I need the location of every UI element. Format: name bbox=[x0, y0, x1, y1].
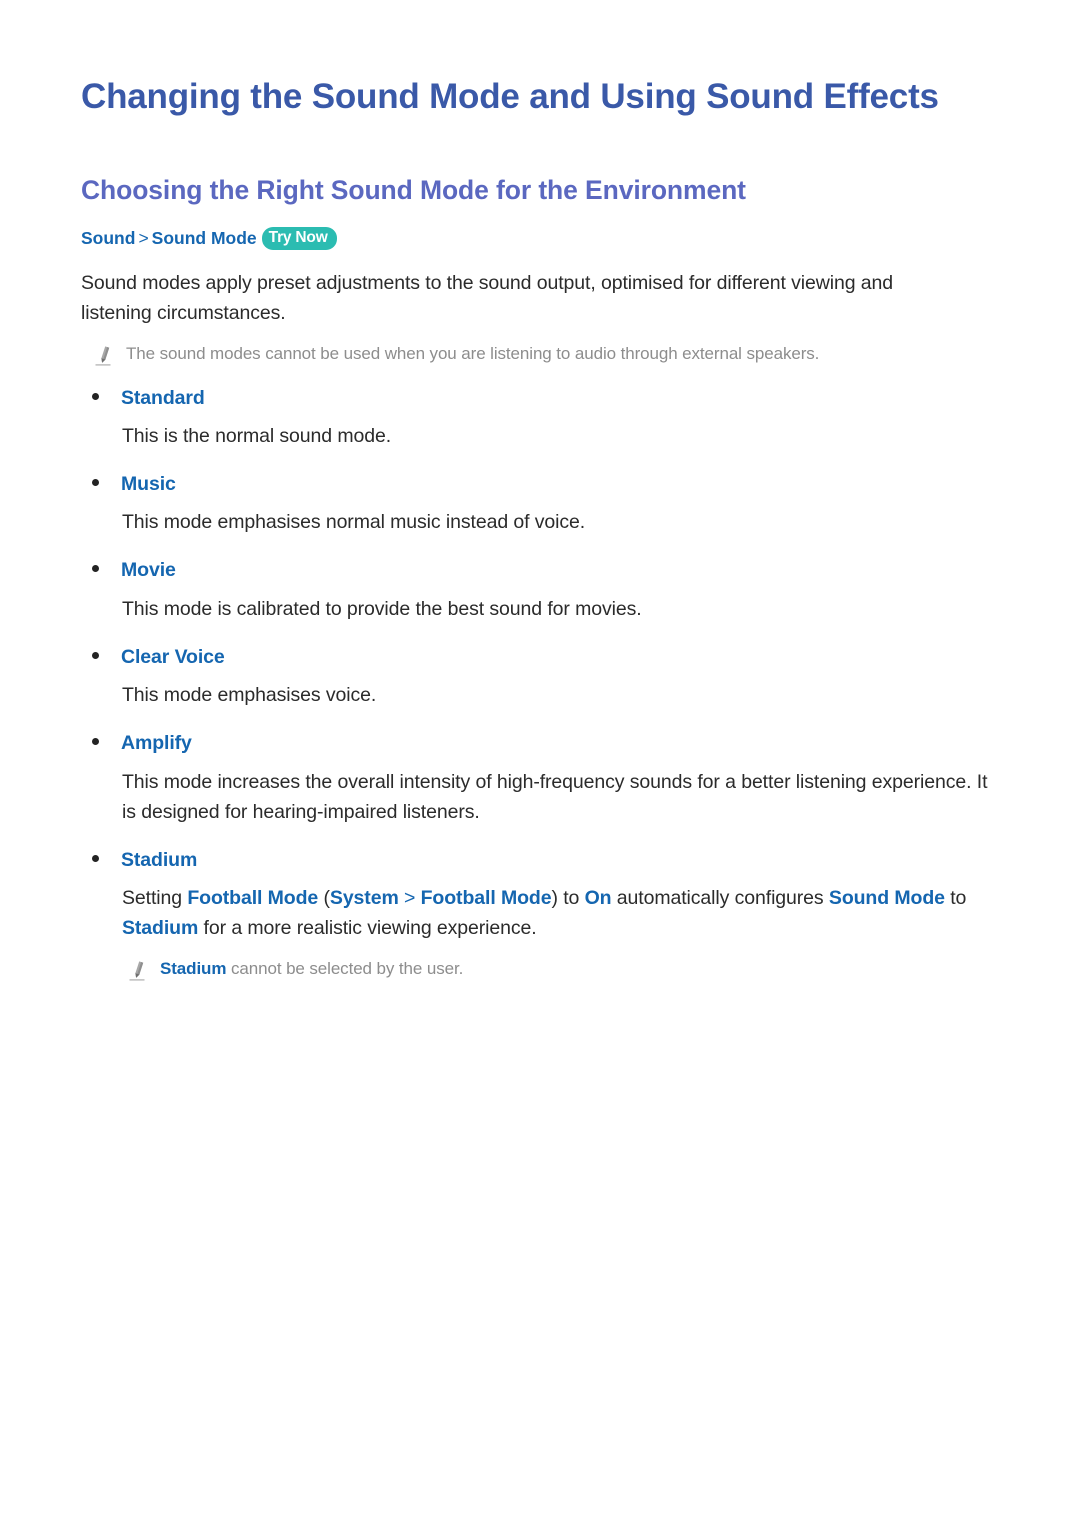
mode-heading: Movie bbox=[92, 559, 998, 582]
bullet-icon bbox=[92, 854, 99, 862]
stadium-note-link-stadium[interactable]: Stadium bbox=[160, 959, 226, 978]
stadium-link-sound-mode[interactable]: Sound Mode bbox=[829, 887, 945, 909]
list-item: Music This mode emphasises normal music … bbox=[80, 473, 998, 537]
sound-mode-list: Standard This is the normal sound mode. … bbox=[80, 387, 998, 982]
stadium-desc-text-3: ) to bbox=[551, 886, 585, 909]
intro-paragraph: Sound modes apply preset adjustments to … bbox=[81, 271, 894, 324]
stadium-note-text: Stadium cannot be selected by the user. bbox=[160, 956, 463, 982]
mode-name-standard[interactable]: Standard bbox=[121, 387, 205, 410]
list-item: Stadium Setting Football Mode (System > … bbox=[80, 849, 998, 982]
stadium-link-football-mode-2[interactable]: Football Mode bbox=[421, 887, 552, 909]
mode-description-clear-voice: This mode emphasises voice. bbox=[122, 684, 377, 707]
mode-description-movie: This mode is calibrated to provide the b… bbox=[122, 597, 642, 620]
stadium-link-stadium[interactable]: Stadium bbox=[122, 917, 198, 939]
section-heading: Choosing the Right Sound Mode for the En… bbox=[81, 175, 746, 205]
bullet-icon bbox=[92, 565, 99, 573]
mode-heading: Stadium bbox=[92, 849, 998, 872]
list-item: Clear Voice This mode emphasises voice. bbox=[80, 646, 998, 710]
list-item: Standard This is the normal sound mode. bbox=[80, 387, 998, 451]
bullet-icon bbox=[92, 479, 99, 486]
mode-name-amplify[interactable]: Amplify bbox=[121, 732, 192, 755]
stadium-link-football-mode[interactable]: Football Mode bbox=[187, 887, 318, 909]
pencil-icon bbox=[128, 960, 148, 982]
mode-heading: Clear Voice bbox=[92, 646, 998, 669]
mode-description-music: This mode emphasises normal music instea… bbox=[122, 511, 586, 534]
stadium-note-rest: cannot be selected by the user. bbox=[226, 958, 464, 978]
pencil-icon bbox=[94, 345, 114, 367]
try-now-badge[interactable]: Try Now bbox=[261, 226, 337, 250]
mode-description-standard: This is the normal sound mode. bbox=[122, 425, 392, 447]
mode-heading: Standard bbox=[92, 387, 998, 410]
stadium-path-separator-icon: > bbox=[398, 886, 421, 909]
document-page: Changing the Sound Mode and Using Sound … bbox=[0, 0, 1080, 1527]
bullet-icon bbox=[92, 738, 99, 746]
stadium-desc-text-5: to bbox=[944, 886, 967, 909]
list-item: Amplify This mode increases the overall … bbox=[80, 732, 998, 826]
page-title: Changing the Sound Mode and Using Sound … bbox=[81, 77, 939, 116]
intro-note: The sound modes cannot be used when you … bbox=[94, 341, 974, 367]
breadcrumb: Sound > Sound Mode Try Now bbox=[81, 226, 998, 252]
stadium-link-on[interactable]: On bbox=[585, 887, 612, 909]
intro-note-text: The sound modes cannot be used when you … bbox=[126, 343, 820, 363]
stadium-desc-text-1: Setting bbox=[122, 886, 188, 909]
mode-heading: Music bbox=[92, 473, 998, 496]
breadcrumb-separator-icon: > bbox=[138, 227, 149, 248]
stadium-note: Stadium cannot be selected by the user. bbox=[128, 956, 998, 982]
list-item: Movie This mode is calibrated to provide… bbox=[80, 559, 998, 623]
stadium-desc-text-6: for a more realistic viewing experience. bbox=[198, 916, 537, 939]
breadcrumb-item-sound[interactable]: Sound bbox=[81, 228, 135, 248]
mode-description-stadium: Setting Football Mode (System > Football… bbox=[122, 883, 998, 943]
breadcrumb-item-sound-mode[interactable]: Sound Mode bbox=[152, 228, 257, 248]
bullet-icon bbox=[92, 392, 99, 400]
stadium-link-system[interactable]: System bbox=[330, 887, 399, 909]
mode-name-music[interactable]: Music bbox=[121, 473, 176, 496]
mode-heading: Amplify bbox=[92, 732, 998, 755]
mode-description-amplify: This mode increases the overall intensit… bbox=[122, 770, 988, 823]
stadium-desc-text-2: ( bbox=[318, 886, 331, 909]
stadium-desc-text-4: automatically configures bbox=[611, 886, 829, 909]
bullet-icon bbox=[92, 651, 99, 659]
mode-name-movie[interactable]: Movie bbox=[121, 559, 176, 582]
mode-name-stadium[interactable]: Stadium bbox=[121, 849, 197, 872]
mode-name-clear-voice[interactable]: Clear Voice bbox=[121, 646, 225, 669]
